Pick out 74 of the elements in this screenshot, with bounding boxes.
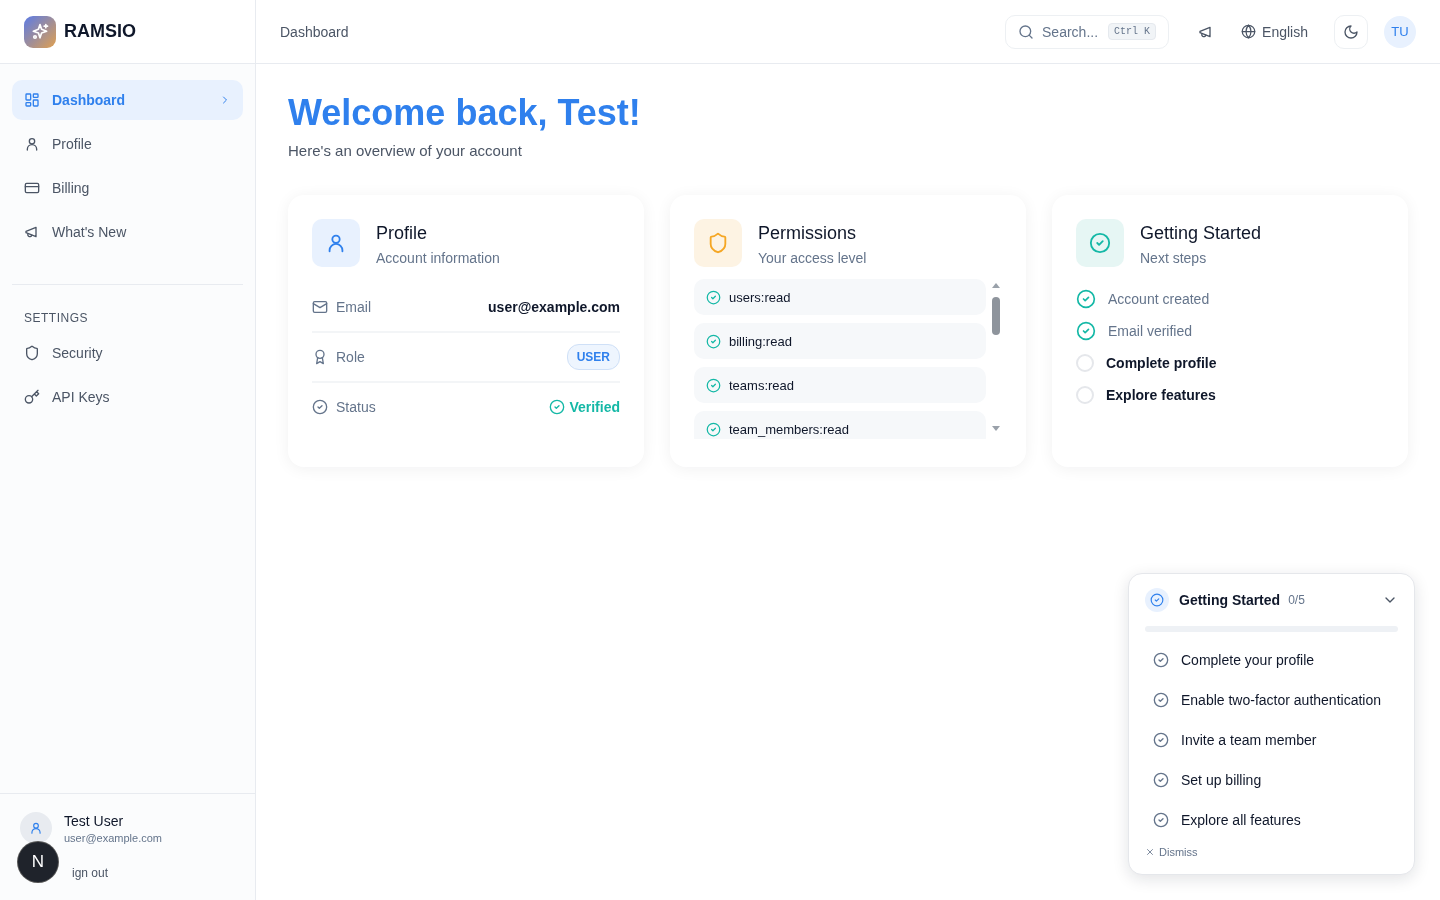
brand-name: RAMSIO <box>64 21 136 42</box>
permission-item: teams:read <box>694 367 986 403</box>
check-circle-icon <box>706 421 721 437</box>
dashboard-icon <box>24 92 40 108</box>
checklist-item[interactable]: Complete your profile <box>1145 640 1398 680</box>
mail-icon <box>312 299 328 315</box>
sign-out-link[interactable]: ign out <box>72 866 109 880</box>
permission-item: team_members:read <box>694 411 986 439</box>
step-label: Email verified <box>1108 323 1193 339</box>
check-circle-icon <box>312 399 328 415</box>
logo-icon <box>24 15 56 48</box>
user-name: Test User <box>64 812 125 829</box>
card-subtitle: Account information <box>376 250 500 266</box>
dismiss-button[interactable]: Dismiss <box>1145 846 1198 858</box>
nav-item[interactable]: Billing <box>12 168 243 208</box>
user-avatar-button[interactable]: TU <box>1384 15 1416 48</box>
shield-icon <box>24 345 40 361</box>
check-circle-icon <box>706 289 721 305</box>
card-title: Profile <box>376 223 429 244</box>
user-icon <box>24 136 40 152</box>
status-value: Verified <box>549 399 620 415</box>
step-label: Account created <box>1108 291 1210 307</box>
page-subtitle: Here's an overview of your account <box>288 142 523 159</box>
page-title: Welcome back, Test! <box>288 92 642 134</box>
user-icon <box>312 219 360 267</box>
nav-item[interactable]: Profile <box>12 124 243 164</box>
progress-count: 0/5 <box>1288 593 1306 607</box>
nav-item[interactable]: API Keys <box>12 377 243 417</box>
moon-icon <box>1343 23 1359 40</box>
checklist-item[interactable]: Set up billing <box>1145 760 1398 800</box>
key-icon <box>24 389 40 405</box>
user-email: user@example.com <box>64 831 162 844</box>
close-icon <box>1145 847 1155 857</box>
credit-card-icon <box>24 180 40 196</box>
section-title: SETTINGS <box>23 310 89 327</box>
field-label: Status <box>336 399 377 415</box>
check-circle-icon <box>1153 732 1169 748</box>
megaphone-icon <box>24 224 40 240</box>
nav-item[interactable]: Security <box>12 333 243 373</box>
permission-item: billing:read <box>694 323 986 359</box>
globe-icon <box>1241 24 1257 39</box>
step-label: Explore features <box>1106 387 1216 403</box>
check-circle-icon <box>706 377 721 393</box>
search-button[interactable]: Search... Ctrl K <box>1005 14 1170 49</box>
email-value: user@example.com <box>488 299 620 315</box>
panel-title: Getting Started <box>1179 592 1281 608</box>
award-icon <box>312 349 328 365</box>
checklist-item[interactable]: Enable two-factor authentication <box>1145 680 1398 720</box>
check-circle-icon <box>1153 692 1169 708</box>
check-circle-icon <box>549 399 566 415</box>
breadcrumb: Dashboard <box>280 23 350 40</box>
check-circle-icon <box>1153 772 1169 788</box>
check-circle-icon <box>1153 812 1169 828</box>
language-button[interactable]: English <box>1231 23 1318 40</box>
checklist-item[interactable]: Invite a team member <box>1145 720 1398 760</box>
card-subtitle: Your access level <box>758 250 867 266</box>
nav-item[interactable]: What's New <box>12 212 243 252</box>
user-icon <box>29 821 43 835</box>
dev-badge[interactable]: N <box>18 842 58 882</box>
theme-toggle[interactable] <box>1334 14 1368 49</box>
shield-icon <box>694 219 742 267</box>
card-title: Permissions <box>758 223 858 244</box>
role-badge: USER <box>566 344 620 370</box>
card-subtitle: Next steps <box>1140 250 1208 266</box>
check-circle-icon <box>706 333 721 349</box>
check-circle-icon <box>1153 652 1169 668</box>
step-label: Complete profile <box>1106 355 1217 371</box>
check-circle-icon <box>1145 588 1169 612</box>
search-icon <box>1018 23 1035 40</box>
checklist-item[interactable]: Explore all features <box>1145 800 1398 840</box>
field-label: Email <box>336 299 372 315</box>
permission-item: users:read <box>694 279 986 315</box>
field-label: Role <box>336 349 366 365</box>
card-title: Getting Started <box>1140 223 1262 244</box>
